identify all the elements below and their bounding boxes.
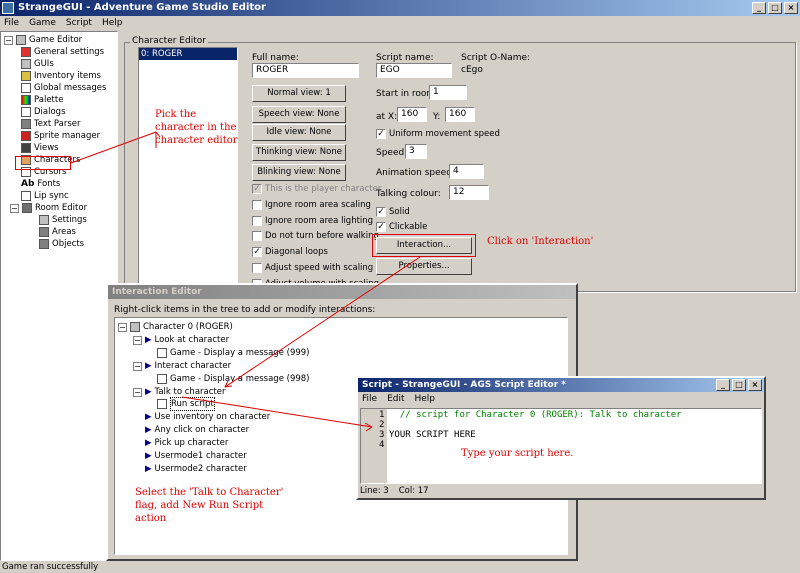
arrow-interaction-to-talk	[224, 256, 421, 388]
arrow-characters-to-list	[70, 131, 157, 164]
arrow-runscript-to-editor	[181, 396, 373, 428]
status-bar: Game ran successfully	[2, 562, 99, 572]
annotation-arrows	[70, 131, 421, 432]
